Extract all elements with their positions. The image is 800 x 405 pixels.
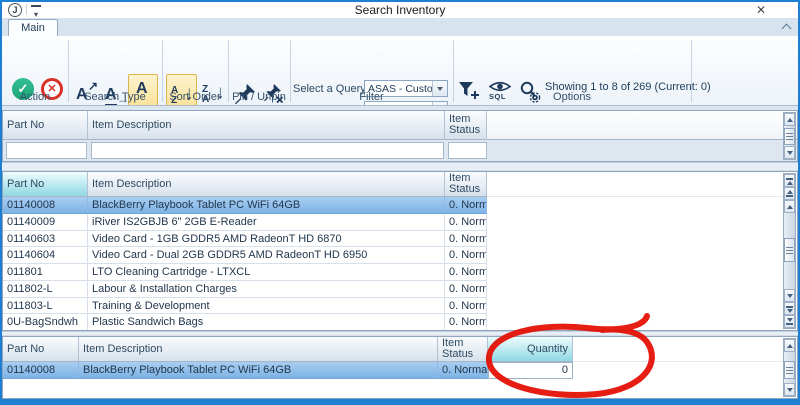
cell-item-status: 0. Normal bbox=[445, 231, 487, 248]
table-row[interactable]: 011803-L Training & Development 0. Norma… bbox=[3, 298, 797, 315]
cell-item-status: 0. Normal bbox=[438, 362, 488, 379]
ribbon-collapse-icon[interactable] bbox=[782, 24, 792, 34]
table-row-selected[interactable]: 01140008 BlackBerry Playbook Tablet PC W… bbox=[3, 197, 797, 214]
search-filter-row bbox=[3, 140, 797, 162]
table-row[interactable]: 011801 LTO Cleaning Cartridge - LTXCL 0.… bbox=[3, 264, 797, 281]
scroll-page-down-button[interactable] bbox=[784, 302, 795, 315]
cell-item-description: Video Card - Dual 2GB GDDR5 AMD RadeonT … bbox=[88, 247, 445, 264]
search-grid-scrollbar[interactable] bbox=[783, 112, 796, 160]
group-label-action: Action bbox=[2, 91, 68, 104]
cell-part-no: 01140604 bbox=[3, 247, 88, 264]
scroll-to-bottom-button[interactable] bbox=[784, 315, 795, 328]
column-header-item-status[interactable]: Item Status bbox=[438, 337, 488, 362]
selection-row[interactable]: 01140008 BlackBerry Playbook Tablet PC W… bbox=[3, 362, 797, 379]
window: J ▾ Search Inventory ✕ Main ✓ ✕ A ↗ A → … bbox=[2, 2, 798, 399]
cell-item-status: 0. Normal bbox=[445, 247, 487, 264]
cell-item-status: 0. Normal bbox=[445, 314, 487, 331]
header-filler bbox=[573, 337, 797, 362]
cell-item-description: LTO Cleaning Cartridge - LTXCL bbox=[88, 264, 445, 281]
table-row[interactable]: 01140604 Video Card - Dual 2GB GDDR5 AMD… bbox=[3, 247, 797, 264]
table-row[interactable]: 01140603 Video Card - 1GB GDDR5 AMD Rade… bbox=[3, 231, 797, 248]
column-header-item-description[interactable]: Item Description bbox=[88, 172, 445, 197]
grid-splitter[interactable] bbox=[2, 162, 798, 171]
scrollbar-thumb[interactable] bbox=[784, 128, 795, 145]
scrollbar-thumb[interactable] bbox=[784, 238, 795, 262]
group-label-options: Options bbox=[453, 91, 691, 104]
cell-item-description: BlackBerry Playbook Tablet PC WiFi 64GB bbox=[88, 197, 445, 214]
ribbon: ✓ ✕ A ↗ A → A ↔ AZ ↓ ZA ↓ bbox=[2, 36, 798, 105]
column-header-quantity[interactable]: Quantity bbox=[488, 337, 573, 362]
cell-item-status: 0. Normal bbox=[445, 197, 487, 214]
cell-part-no: 011801 bbox=[3, 264, 88, 281]
scroll-page-up-button[interactable] bbox=[784, 187, 795, 200]
scroll-down-button[interactable] bbox=[784, 383, 795, 396]
scroll-to-top-button[interactable] bbox=[784, 174, 795, 187]
column-header-item-description[interactable]: Item Description bbox=[88, 111, 445, 140]
filter-input-part-no[interactable] bbox=[6, 142, 87, 159]
scrollbar-thumb[interactable] bbox=[784, 361, 795, 379]
cell-item-status: 0. Normal bbox=[445, 264, 487, 281]
header-filler bbox=[487, 172, 797, 197]
title-bar: J ▾ Search Inventory ✕ bbox=[2, 2, 798, 18]
quantity-input[interactable]: 0 bbox=[488, 362, 573, 379]
scroll-up-button[interactable] bbox=[784, 339, 795, 352]
table-row[interactable]: 0U-BagSndwh Plastic Sandwich Bags 0. Nor… bbox=[3, 314, 797, 331]
tab-main[interactable]: Main bbox=[8, 19, 58, 37]
group-label-filter: Filter bbox=[290, 91, 453, 104]
results-grid-scrollbar[interactable] bbox=[783, 173, 796, 329]
cell-item-status: 0. Normal bbox=[445, 214, 487, 231]
cell-item-description: Labour & Installation Charges bbox=[88, 281, 445, 298]
cell-item-description: Plastic Sandwich Bags bbox=[88, 314, 445, 331]
cell-part-no: 01140008 bbox=[3, 197, 88, 214]
cell-item-description: iRiver IS2GBJB 6" 2GB E-Reader bbox=[88, 214, 445, 231]
selection-grid: Part No Item Description Item Status Qua… bbox=[2, 336, 798, 399]
cell-part-no: 011803-L bbox=[3, 298, 88, 315]
results-grid: Part No Item Description Item Status 011… bbox=[2, 171, 798, 331]
column-header-item-status[interactable]: Item Status bbox=[445, 172, 487, 197]
group-label-pin-unpin: Pin / Unpin bbox=[228, 91, 290, 104]
close-button[interactable]: ✕ bbox=[752, 2, 770, 18]
cell-part-no: 01140008 bbox=[3, 362, 79, 379]
column-header-item-description[interactable]: Item Description bbox=[79, 337, 438, 362]
cell-part-no: 01140603 bbox=[3, 231, 88, 248]
search-grid: Part No Item Description Item Status bbox=[2, 110, 798, 162]
cell-item-status: 0. Normal bbox=[445, 298, 487, 315]
group-label-search-type: Search Type bbox=[68, 91, 162, 104]
table-row[interactable]: 011802-L Labour & Installation Charges 0… bbox=[3, 281, 797, 298]
selection-grid-scrollbar[interactable] bbox=[783, 338, 796, 397]
column-header-part-no[interactable]: Part No bbox=[3, 111, 88, 140]
scroll-up-button[interactable] bbox=[784, 113, 795, 126]
scroll-down-button[interactable] bbox=[784, 289, 795, 302]
cell-item-status: 0. Normal bbox=[445, 281, 487, 298]
cell-part-no: 011802-L bbox=[3, 281, 88, 298]
cell-item-description: Video Card - 1GB GDDR5 AMD RadeonT HD 68… bbox=[88, 231, 445, 248]
scroll-down-button[interactable] bbox=[784, 146, 795, 159]
cell-part-no: 01140009 bbox=[3, 214, 88, 231]
scroll-up-button[interactable] bbox=[784, 200, 795, 213]
column-header-part-no[interactable]: Part No bbox=[3, 337, 79, 362]
cell-item-description: BlackBerry Playbook Tablet PC WiFi 64GB bbox=[79, 362, 438, 379]
column-header-item-status[interactable]: Item Status bbox=[445, 111, 487, 140]
header-filler bbox=[487, 111, 797, 140]
ribbon-tab-row: Main bbox=[2, 18, 798, 37]
cell-item-description: Training & Development bbox=[88, 298, 445, 315]
cell-part-no: 0U-BagSndwh bbox=[3, 314, 88, 331]
filter-input-item-description[interactable] bbox=[91, 142, 444, 159]
table-row[interactable]: 01140009 iRiver IS2GBJB 6" 2GB E-Reader … bbox=[3, 214, 797, 231]
column-header-part-no[interactable]: Part No bbox=[3, 172, 88, 197]
group-label-sort-order: Sort Order bbox=[162, 91, 228, 104]
filter-input-item-status[interactable] bbox=[448, 142, 487, 159]
window-title: Search Inventory bbox=[2, 3, 798, 17]
